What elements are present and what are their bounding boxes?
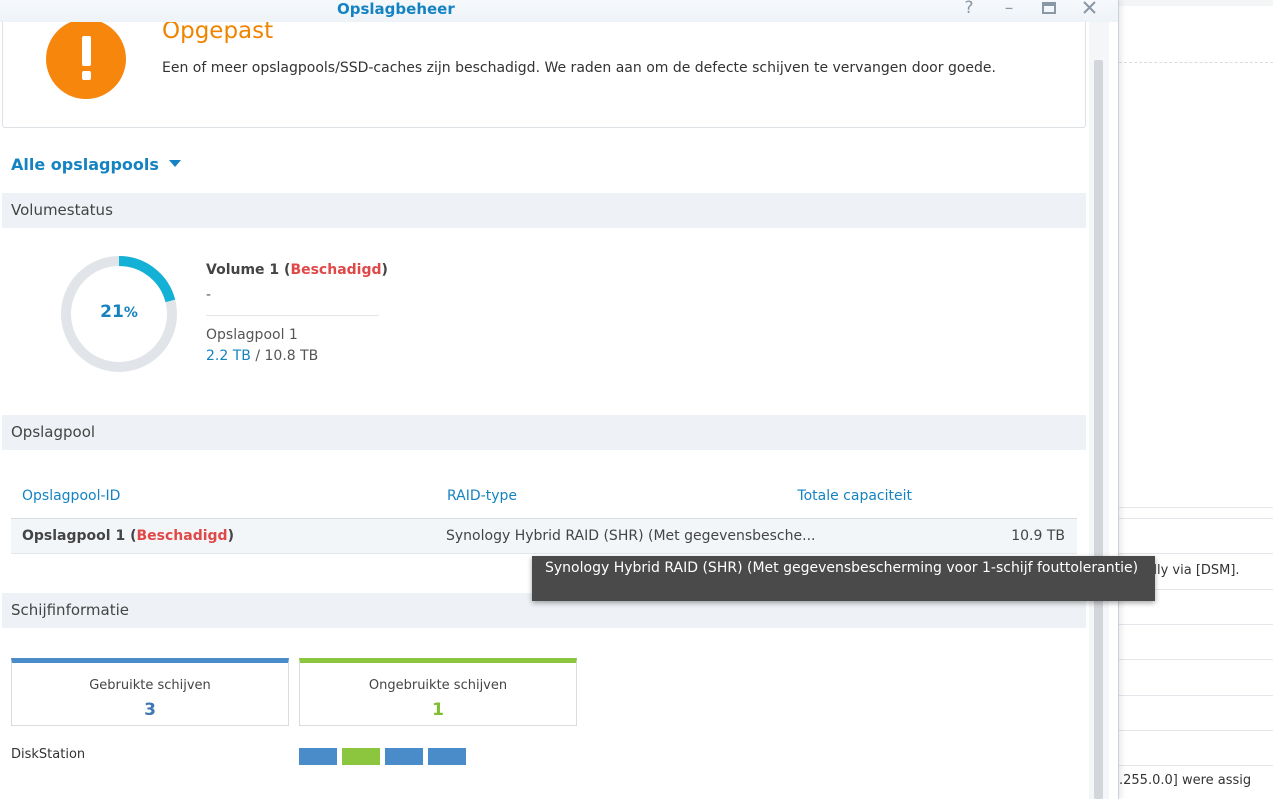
background-row-line <box>1119 659 1273 660</box>
background-row-line <box>1119 730 1273 731</box>
minimize-icon[interactable]: – <box>998 0 1020 18</box>
window-title: Opslagbeheer <box>337 0 455 18</box>
unused-disks-card[interactable]: Ongebruikte schijven 1 <box>299 658 577 726</box>
volume-divider <box>206 315 379 316</box>
window-titlebar[interactable]: Opslagbeheer ? – <box>0 0 1118 22</box>
volume-pool-name: Opslagpool 1 <box>206 327 298 343</box>
column-header-total-capacity[interactable]: Totale capaciteit <box>797 488 912 504</box>
column-header-raid-type[interactable]: RAID-type <box>447 488 517 504</box>
background-divider <box>1119 62 1273 63</box>
background-window: essfully via [DSM]. .255.0.0] were assig <box>1119 0 1273 799</box>
used-disks-count: 3 <box>144 700 156 720</box>
warning-message: Een of meer opslagpools/SSD-caches zijn … <box>162 60 996 76</box>
background-row-line <box>1119 553 1273 554</box>
volume-status-header: Volumestatus <box>2 193 1086 228</box>
capacity-cell: 10.9 TB <box>1011 528 1065 544</box>
unused-disks-count: 1 <box>432 700 444 720</box>
volume-capacity: 2.2 TB / 10.8 TB <box>206 348 318 364</box>
background-window-toolbar <box>1119 0 1273 6</box>
usage-percent-value: 21 <box>100 302 124 322</box>
pool-id: Opslagpool 1 <box>22 528 126 544</box>
volume-state-badge: Beschadigd <box>290 262 382 278</box>
used-disks-card[interactable]: Gebruikte schijven 3 <box>11 658 289 726</box>
disk-slot-used[interactable] <box>428 748 466 765</box>
raid-type-cell: Synology Hybrid RAID (SHR) (Met gegevens… <box>446 528 816 544</box>
usage-percent-unit: % <box>123 305 138 321</box>
help-icon[interactable]: ? <box>958 0 980 18</box>
pool-selector-label: Alle opslagpools <box>11 155 159 174</box>
unused-disks-label: Ongebruikte schijven <box>368 678 508 693</box>
background-log-text: .255.0.0] were assig <box>1119 773 1252 788</box>
warning-icon <box>46 22 126 99</box>
background-row-line <box>1119 695 1273 696</box>
caret-down-icon <box>168 160 181 167</box>
volume-title: Volume 1 <box>206 262 280 278</box>
volume-used-capacity: 2.2 TB <box>206 348 251 364</box>
volume-description: - <box>206 287 212 303</box>
warning-title: Opgepast <box>162 22 274 44</box>
storage-pool-header: Opslagpool <box>2 415 1086 450</box>
volume-name: Volume 1 (Beschadigd) <box>206 262 388 278</box>
pool-id-cell: Opslagpool 1 (Beschadigd) <box>22 528 234 544</box>
pool-state-badge: Beschadigd <box>136 528 228 544</box>
scrollbar-thumb[interactable] <box>1094 60 1103 799</box>
section-title: Schijfinformatie <box>11 601 130 619</box>
background-row-line <box>1119 518 1273 519</box>
background-row-line <box>1119 624 1273 625</box>
column-header-pool-id[interactable]: Opslagpool-ID <box>22 488 120 504</box>
pool-selector-dropdown[interactable]: Alle opslagpools <box>11 155 181 174</box>
section-title: Opslagpool <box>11 423 96 441</box>
warning-panel: Opgepast Een of meer opslagpools/SSD-cac… <box>2 22 1086 128</box>
device-name: DiskStation <box>11 747 86 762</box>
close-icon[interactable] <box>1078 0 1100 18</box>
storage-manager-window: Opslagbeheer ? – Opgepast Een of meer op… <box>0 0 1119 799</box>
volume-usage-percent: 21% <box>58 302 180 322</box>
capacity-separator: / <box>250 348 265 364</box>
background-row-line <box>1119 507 1273 508</box>
raid-type-tooltip: Synology Hybrid RAID (SHR) (Met gegevens… <box>532 556 1155 601</box>
maximize-icon[interactable] <box>1038 0 1060 18</box>
disk-slot-used[interactable] <box>385 748 423 765</box>
table-row[interactable]: Opslagpool 1 (Beschadigd) Synology Hybri… <box>11 519 1077 554</box>
used-disks-label: Gebruikte schijven <box>89 678 211 693</box>
volume-total-capacity: 10.8 TB <box>264 348 319 364</box>
section-title: Volumestatus <box>11 201 113 219</box>
background-row-line <box>1119 765 1273 766</box>
disk-slot-unused[interactable] <box>342 748 380 765</box>
disk-slot-used[interactable] <box>299 748 337 765</box>
